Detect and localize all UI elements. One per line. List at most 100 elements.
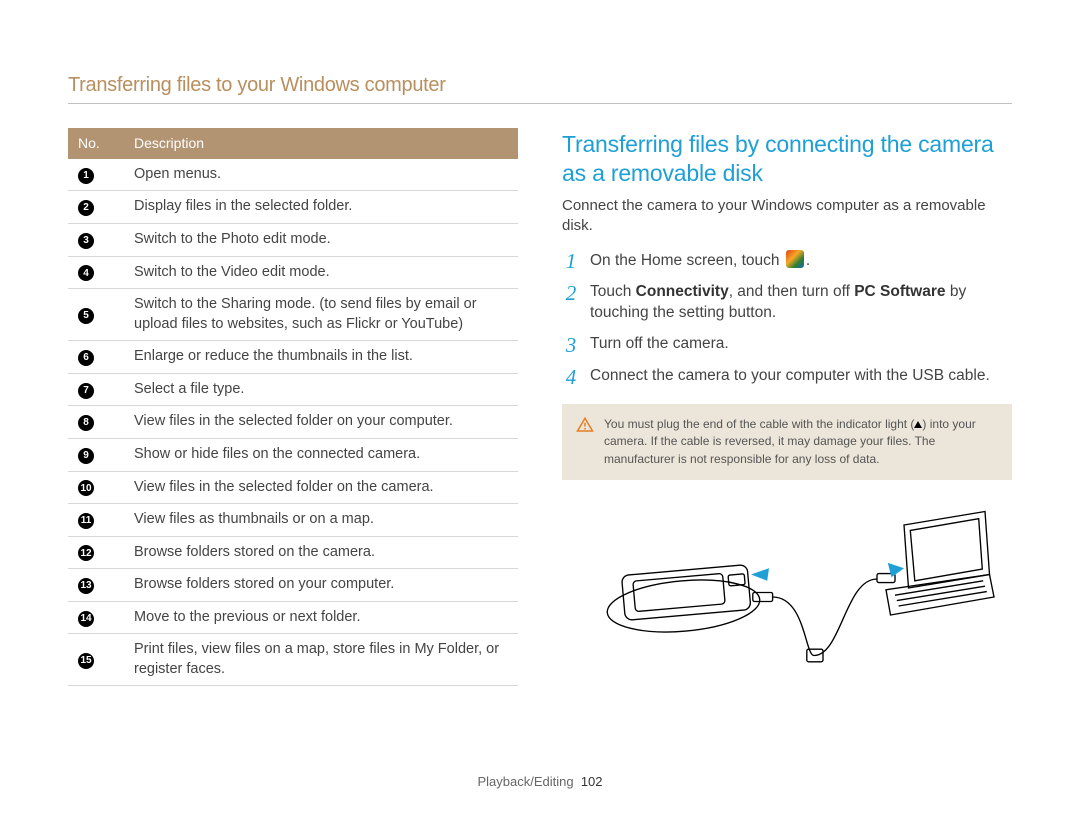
row-description: Enlarge or reduce the thumbnails in the … (124, 341, 518, 374)
table-row: 8 View files in the selected folder on yo… (68, 406, 518, 439)
row-description: Switch to the Photo edit mode. (124, 224, 518, 257)
step-text: Touch (590, 283, 636, 300)
table-row: 7 Select a file type. (68, 373, 518, 406)
page: Transferring files to your Windows compu… (0, 0, 1080, 815)
row-number: 1 (68, 159, 124, 191)
number-bullet-icon: 7 (78, 383, 94, 399)
caution-box: You must plug the end of the cable with … (562, 404, 1012, 480)
description-table: No. Description 1 Open menus. 2 Display fi… (68, 128, 518, 686)
title-rule (68, 103, 1012, 104)
row-number: 15 (68, 634, 124, 686)
number-bullet-icon: 11 (78, 513, 94, 529)
step-text: , and then turn off (729, 283, 855, 300)
step-item: 2 Touch Connectivity, and then turn off … (562, 282, 1012, 324)
section-heading: Transferring files by connecting the cam… (562, 130, 1012, 188)
columns: No. Description 1 Open menus. 2 Display fi… (68, 128, 1012, 686)
step-number: 1 (562, 251, 580, 272)
row-number: 8 (68, 406, 124, 439)
number-bullet-icon: 3 (78, 233, 94, 249)
table-row: 6 Enlarge or reduce the thumbnails in the… (68, 341, 518, 374)
number-bullet-icon: 15 (78, 653, 94, 669)
row-number: 14 (68, 601, 124, 634)
right-column: Transferring files by connecting the cam… (562, 128, 1012, 686)
row-number: 9 (68, 438, 124, 471)
row-number: 12 (68, 536, 124, 569)
table-row: 15 Print files, view files on a map, stor… (68, 634, 518, 686)
caution-icon (576, 416, 594, 434)
row-number: 11 (68, 504, 124, 537)
footer-section: Playback/Editing (477, 774, 573, 789)
table-row: 12 Browse folders stored on the camera. (68, 536, 518, 569)
number-bullet-icon: 2 (78, 200, 94, 216)
step-number: 4 (562, 367, 580, 388)
table-header-description: Description (124, 128, 518, 159)
table-row: 13 Browse folders stored on your computer… (68, 569, 518, 602)
table-header-row: No. Description (68, 128, 518, 159)
caution-text-part: You must plug the end of the cable with … (604, 417, 914, 431)
step-item: 4 Connect the camera to your computer wi… (562, 366, 1012, 388)
row-number: 10 (68, 471, 124, 504)
number-bullet-icon: 4 (78, 265, 94, 281)
step-text: On the Home screen, touch (590, 252, 784, 269)
steps-list: 1 On the Home screen, touch . 2 Touch Co… (562, 250, 1012, 388)
row-number: 2 (68, 191, 124, 224)
intro-text: Connect the camera to your Windows compu… (562, 196, 1012, 237)
row-number: 3 (68, 224, 124, 257)
number-bullet-icon: 12 (78, 545, 94, 561)
caution-text: You must plug the end of the cable with … (604, 416, 998, 468)
table-row: 4 Switch to the Video edit mode. (68, 256, 518, 289)
table-row: 3 Switch to the Photo edit mode. (68, 224, 518, 257)
row-description: Move to the previous or next folder. (124, 601, 518, 634)
table-row: 14 Move to the previous or next folder. (68, 601, 518, 634)
settings-app-icon (786, 250, 804, 268)
row-description: Display files in the selected folder. (124, 191, 518, 224)
row-number: 5 (68, 289, 124, 341)
row-description: View files in the selected folder on the… (124, 471, 518, 504)
row-description: View files as thumbnails or on a map. (124, 504, 518, 537)
row-description: Show or hide files on the connected came… (124, 438, 518, 471)
step-item: 3 Turn off the camera. (562, 334, 1012, 356)
row-description: Browse folders stored on the camera. (124, 536, 518, 569)
number-bullet-icon: 14 (78, 611, 94, 627)
table-row: 10 View files in the selected folder on t… (68, 471, 518, 504)
step-item: 1 On the Home screen, touch . (562, 250, 1012, 272)
step-body: Turn off the camera. (590, 334, 729, 356)
number-bullet-icon: 5 (78, 308, 94, 324)
table-row: 1 Open menus. (68, 159, 518, 191)
step-body: Touch Connectivity, and then turn off PC… (590, 282, 1012, 324)
number-bullet-icon: 10 (78, 480, 94, 496)
step-text: . (806, 252, 810, 269)
table-row: 5 Switch to the Sharing mode. (to send fi… (68, 289, 518, 341)
number-bullet-icon: 6 (78, 350, 94, 366)
row-number: 4 (68, 256, 124, 289)
step-bold: PC Software (854, 283, 945, 300)
row-description: Open menus. (124, 159, 518, 191)
row-description: Browse folders stored on your computer. (124, 569, 518, 602)
number-bullet-icon: 8 (78, 415, 94, 431)
row-number: 6 (68, 341, 124, 374)
page-title: Transferring files to your Windows compu… (68, 74, 1012, 97)
connection-diagram (562, 498, 1012, 678)
footer: Playback/Editing 102 (0, 774, 1080, 789)
step-number: 2 (562, 283, 580, 324)
row-number: 7 (68, 373, 124, 406)
left-column: No. Description 1 Open menus. 2 Display fi… (68, 128, 518, 686)
number-bullet-icon: 1 (78, 168, 94, 184)
step-body: On the Home screen, touch . (590, 250, 810, 272)
step-number: 3 (562, 335, 580, 356)
table-header-no: No. (68, 128, 124, 159)
row-description: View files in the selected folder on you… (124, 406, 518, 439)
row-description: Select a file type. (124, 373, 518, 406)
row-description: Switch to the Sharing mode. (to send fil… (124, 289, 518, 341)
row-description: Switch to the Video edit mode. (124, 256, 518, 289)
table-row: 11 View files as thumbnails or on a map. (68, 504, 518, 537)
number-bullet-icon: 9 (78, 448, 94, 464)
row-description: Print files, view files on a map, store … (124, 634, 518, 686)
footer-page-number: 102 (581, 774, 603, 789)
table-row: 9 Show or hide files on the connected cam… (68, 438, 518, 471)
number-bullet-icon: 13 (78, 578, 94, 594)
step-bold: Connectivity (636, 283, 729, 300)
step-body: Connect the camera to your computer with… (590, 366, 990, 388)
table-row: 2 Display files in the selected folder. (68, 191, 518, 224)
row-number: 13 (68, 569, 124, 602)
